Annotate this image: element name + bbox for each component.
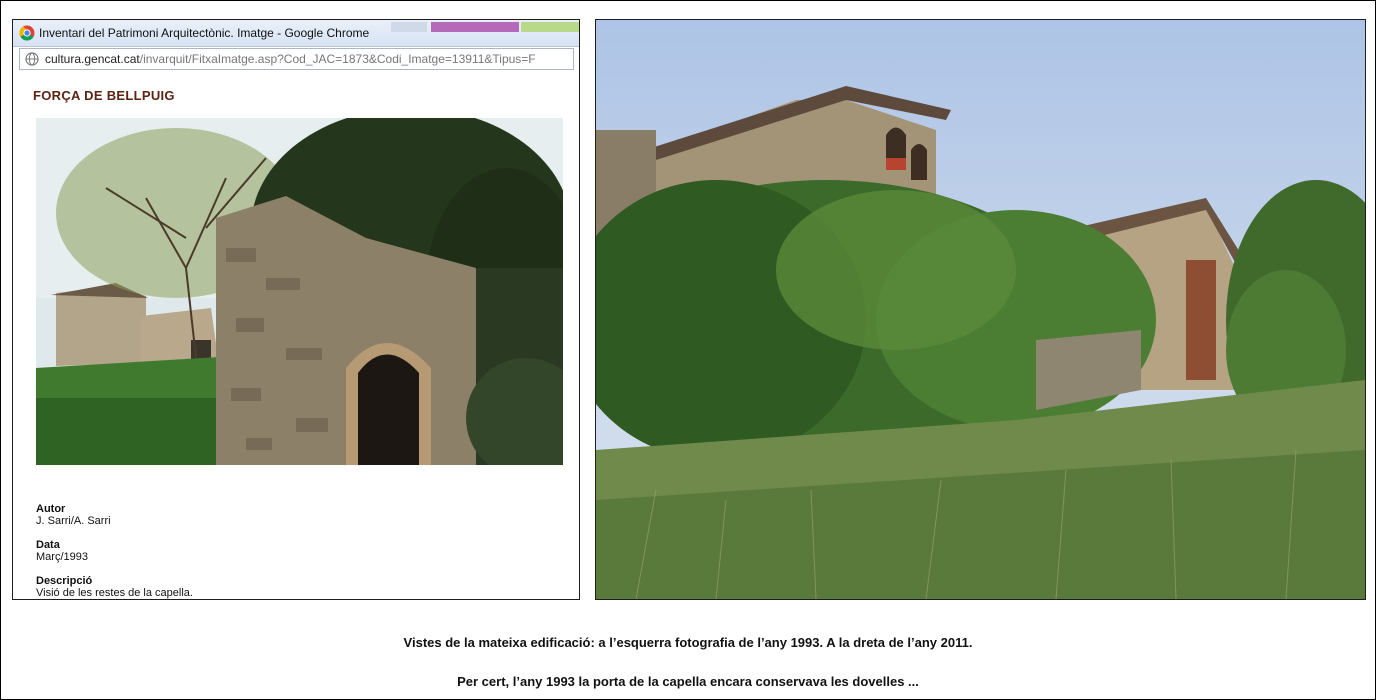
field-autor: Autor J. Sarri/A. Sarri — [36, 503, 111, 527]
url-host: cultura.gencat.cat — [45, 52, 140, 66]
address-bar[interactable]: cultura.gencat.cat/invarquit/FitxaImatge… — [19, 48, 574, 70]
photo-2011 — [595, 19, 1366, 600]
field-label: Autor — [36, 503, 66, 515]
titlebar-decoration — [521, 22, 579, 32]
caption-line-2: Per cert, l’any 1993 la porta de la cape… — [457, 674, 919, 689]
page-content: FORÇA DE BELLPUIG Autor J. Sarri/A. Sarr… — [13, 72, 579, 599]
browser-window: Inventari del Patrimoni Arquitectònic. I… — [12, 19, 580, 600]
field-value: J. Sarri/A. Sarri — [36, 515, 111, 527]
globe-icon — [25, 52, 39, 66]
titlebar-decoration — [431, 22, 519, 32]
window-title: Inventari del Patrimoni Arquitectònic. I… — [39, 26, 370, 40]
field-value: Març/1993 — [36, 551, 88, 563]
url-path: /invarquit/FitxaImatge.asp?Cod_JAC=1873&… — [139, 52, 536, 66]
field-descripcio: Descripció Visió de les restes de la cap… — [36, 575, 193, 599]
field-label: Descripció — [36, 575, 93, 587]
field-label: Data — [36, 539, 60, 551]
collage-frame: Inventari del Patrimoni Arquitectònic. I… — [0, 0, 1376, 700]
field-value: Visió de les restes de la capella. — [36, 587, 193, 599]
window-titlebar: Inventari del Patrimoni Arquitectònic. I… — [13, 20, 579, 47]
url-text: cultura.gencat.cat/invarquit/FitxaImatge… — [45, 52, 536, 66]
photo-1993 — [36, 118, 563, 465]
page-title: FORÇA DE BELLPUIG — [33, 88, 175, 103]
field-data: Data Març/1993 — [36, 539, 88, 563]
chrome-icon — [19, 25, 35, 41]
caption-line-1: Vistes de la mateixa edificació: a l’esq… — [403, 635, 973, 650]
titlebar-decoration — [391, 22, 427, 32]
